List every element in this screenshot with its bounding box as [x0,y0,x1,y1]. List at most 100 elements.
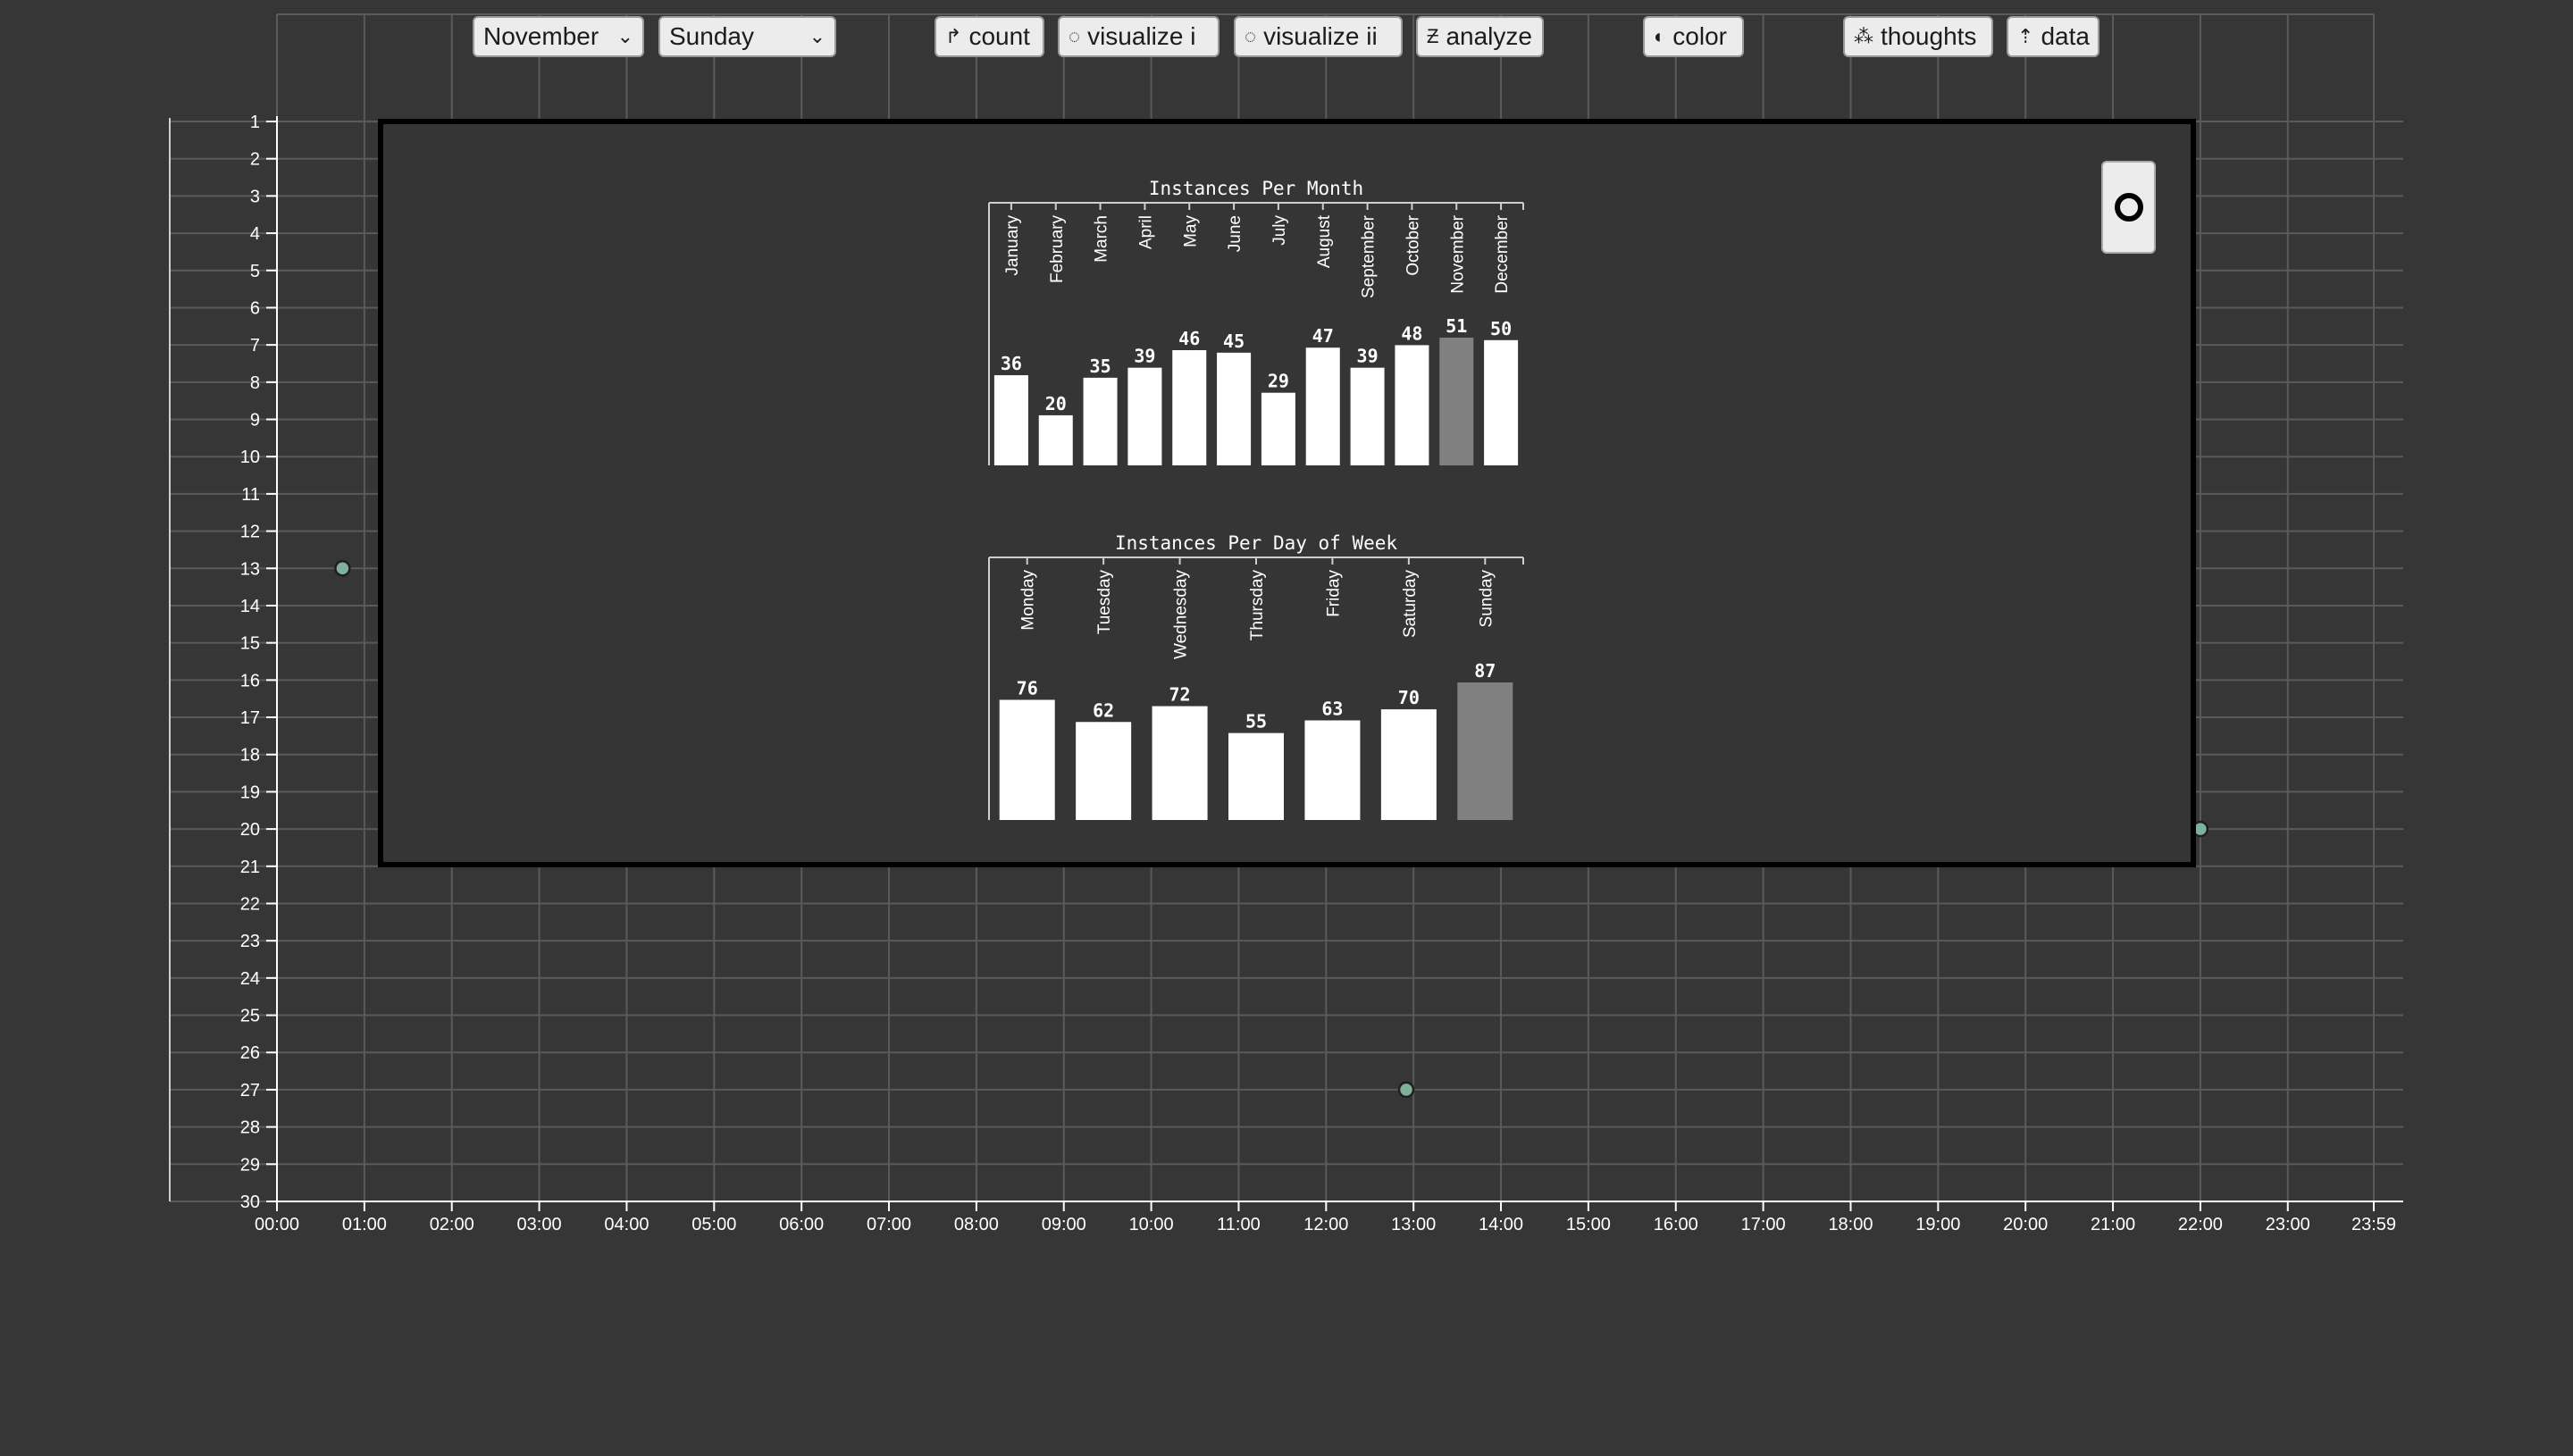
bar-value-label: 45 [1223,331,1245,352]
bar[interactable] [999,699,1055,820]
x-tick-label: 09:00 [1042,1215,1086,1234]
panel-toggle-button[interactable] [2101,161,2156,254]
bar-value-label: 48 [1401,322,1422,344]
category-label: December [1493,214,1512,293]
x-tick-label: 14:00 [1479,1215,1523,1234]
y-tick-label: 13 [240,559,260,579]
bar[interactable] [1380,709,1437,820]
bar[interactable] [1127,367,1162,465]
x-tick-label: 20:00 [2003,1215,2048,1234]
x-axis: 00:00 01:00 02:00 03:00 04:00 05:00 06:00 07:00… [255,1201,2403,1234]
count-button[interactable]: ↱ count [934,16,1044,57]
y-tick-label: 12 [240,523,260,542]
instances-per-month-chart: Instances Per Month January 36 February 20 Ma… [988,178,1524,465]
bar-value-label: 39 [1357,346,1379,367]
category-label: May [1181,215,1200,247]
category-label: Thursday [1248,570,1267,641]
bar-value-label: 20 [1045,393,1067,414]
bar[interactable] [1305,347,1340,465]
data-button[interactable]: ⇡ data [2007,16,2099,57]
category-label: Monday [1019,570,1038,631]
bar-value-label: 35 [1090,356,1111,377]
bar-value-label: 62 [1093,699,1114,721]
bar[interactable] [1172,350,1207,465]
bar-value-label: 87 [1474,660,1496,682]
category-label: Sunday [1477,570,1496,628]
category-label: March [1093,215,1111,263]
y-tick-label: 8 [250,373,260,393]
category-label: August [1315,214,1334,268]
y-tick-label: 10 [240,448,260,467]
bar-value-label: 72 [1169,684,1191,706]
y-tick-label: 3 [250,187,260,206]
data-button-label: data [2041,22,2090,50]
category-label: April [1136,215,1155,249]
bar-value-label: 76 [1017,677,1038,699]
y-tick-label: 21 [240,858,260,877]
bar-value-label: 63 [1321,698,1343,719]
bar[interactable] [1395,345,1429,465]
month-select[interactable]: November ⌄ [473,16,644,57]
visualize-ii-icon: ◌ [1245,25,1257,47]
bar[interactable] [1261,392,1295,465]
summary-charts: Instances Per Month January 36 February 20 Ma… [988,178,1524,820]
bar-value-label: 51 [1446,315,1467,337]
visualize-ii-button-label: visualize ii [1263,22,1378,50]
count-button-label: count [968,22,1030,50]
y-tick-label: 2 [250,150,260,170]
bar[interactable] [1038,414,1073,465]
color-button[interactable]: ◐ color [1643,16,1744,57]
day-select[interactable]: Sunday ⌄ [658,16,836,57]
bar[interactable] [1439,338,1474,465]
bar-value-label: 36 [1001,353,1022,374]
thoughts-button[interactable]: ⁂ thoughts [1843,16,1993,57]
bar-value-label: 39 [1134,346,1155,367]
y-tick-label: 9 [250,411,260,431]
bar[interactable] [1228,732,1284,820]
category-label: Wednesday [1172,570,1191,659]
y-tick-label: 30 [240,1192,260,1212]
scatter-point[interactable] [1397,1081,1415,1099]
y-tick-label: 7 [250,336,260,356]
visualize-i-button[interactable]: ◌ visualize i [1058,16,1219,57]
bar[interactable] [1152,706,1208,820]
bar[interactable] [1076,722,1132,820]
bar[interactable] [1217,352,1252,465]
bar[interactable] [1304,720,1361,820]
day-select-value: Sunday [669,22,754,50]
circle-icon [2114,193,2143,222]
data-icon: ⇡ [2017,25,2034,47]
x-tick-label: 04:00 [604,1215,649,1234]
scatter-point[interactable] [334,560,351,577]
bar[interactable] [1350,367,1385,465]
y-tick-label: 26 [240,1043,260,1063]
y-tick-label: 4 [250,224,260,244]
bar[interactable] [1457,682,1513,820]
x-tick-label: 05:00 [691,1215,736,1234]
category-label: Saturday [1401,570,1420,639]
bar[interactable] [1484,339,1519,465]
chart-title: Instances Per Month [1149,178,1363,199]
thoughts-button-label: thoughts [1881,22,1977,50]
x-tick-label: 12:00 [1303,1215,1348,1234]
bar-value-label: 47 [1312,325,1334,347]
category-label: June [1226,215,1245,252]
y-tick-label: 23 [240,932,260,951]
bar[interactable] [993,375,1028,465]
visualize-i-button-label: visualize i [1087,22,1196,50]
instances-per-day-chart: Instances Per Day of Week Monday 76 Tuesday… [988,532,1524,820]
bar-value-label: 50 [1490,318,1512,339]
y-tick-label: 29 [240,1155,260,1175]
category-label: November [1448,214,1467,293]
bar[interactable] [1083,377,1118,465]
x-tick-label: 02:00 [430,1215,474,1234]
visualize-i-icon: ◌ [1069,25,1081,47]
count-icon: ↱ [945,25,962,47]
analyze-button[interactable]: Ƶ analyze [1416,16,1544,57]
x-tick-label: 15:00 [1566,1215,1611,1234]
x-tick-label: 23:00 [2266,1215,2310,1234]
visualize-ii-button[interactable]: ◌ visualize ii [1234,16,1403,57]
x-tick-label: 22:00 [2178,1215,2223,1234]
x-tick-label: 18:00 [1828,1215,1873,1234]
x-tick-label: 00:00 [255,1215,299,1234]
